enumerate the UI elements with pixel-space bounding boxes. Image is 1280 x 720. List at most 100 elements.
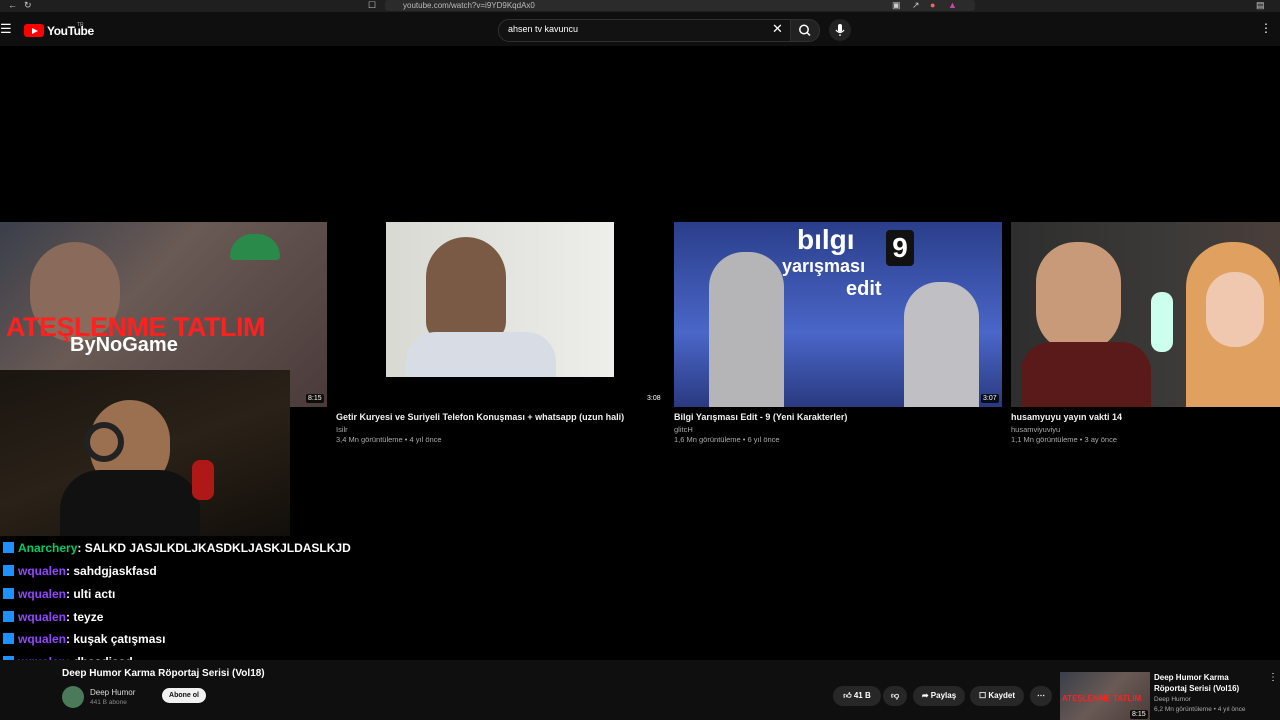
browser-toolbar: ← ↻ ☐ youtube.com/watch?v=i9YD9KqdAx0 ▣ … [0,0,1280,12]
voice-search-button[interactable] [829,19,851,41]
current-video-title: Deep Humor Karma Röportaj Serisi (Vol18) [62,668,265,679]
thumbnail-figure-right [904,282,979,407]
chat-badge-icon [3,542,14,554]
video-meta: 1,1 Mn görüntüleme • 3 ay önce [1011,435,1118,444]
video-title[interactable]: Getir Kuryesi ve Suriyeli Telefon Konuşm… [336,412,624,422]
related-channel[interactable]: Deep Humor [1154,696,1191,703]
thumbnail-person-left [1036,242,1121,352]
headset-icon [84,422,124,462]
search-query[interactable]: ahsen tv kavuncu [508,21,578,38]
video-thumbnail-4[interactable] [1011,222,1280,407]
more-actions-button[interactable]: ⋯ [1030,686,1052,706]
extension-icon-2[interactable]: ▲ [948,0,957,11]
thumbnail-number: 9 [886,230,914,266]
share-label: Paylaş [930,691,957,700]
chat-message: wqualen: kuşak çatışması [3,632,165,648]
thumbnail-hat [230,234,280,260]
share-icon: ➦ [921,691,929,700]
youtube-masthead: ☰ YouTube TR ahsen tv kavuncu ✕ ⋮ [0,12,1280,46]
window-menu-icon[interactable]: ▤ [1256,0,1265,11]
streamer-webcam [0,370,290,536]
clear-search-icon[interactable]: ✕ [772,21,783,37]
video-title[interactable]: Bilgi Yarışması Edit - 9 (Yeni Karakterl… [674,412,847,422]
more-horizontal-icon: ⋯ [1037,691,1045,700]
url-text: youtube.com/watch?v=i9YD9KqdAx0 [403,1,535,10]
share-button[interactable]: ➦ Paylaş [913,686,965,706]
thumbnail-text-yarismasi: yarışması [782,256,866,276]
chat-text: : sahdgjaskfasd [66,564,157,578]
chat-badge-icon [3,588,14,600]
region-label: TR [77,22,84,28]
related-more-icon[interactable]: ⋮ [1268,672,1278,683]
channel-avatar[interactable] [62,686,84,708]
extension-icon[interactable]: ● [930,0,935,11]
chat-username: wqualen [18,587,67,601]
youtube-logo-icon[interactable] [24,24,44,37]
save-button[interactable]: ☐ Kaydet [970,686,1024,706]
thumbnail-mic [1151,292,1173,352]
chat-username: wqualen [18,632,67,646]
webcam-shirt [60,470,200,536]
subscribe-button[interactable]: Abone ol [162,688,206,703]
dislike-button[interactable]: 👎︎ [883,686,907,706]
video-channel[interactable]: glitcH [674,425,693,434]
more-options-icon[interactable]: ⋮ [1260,21,1272,35]
microphone-icon [192,460,214,500]
thumbnail-overlay-sub: ByNoGame [70,334,178,356]
dislike-icon: 👎︎ [890,691,900,700]
chat-badge-icon [3,611,14,623]
thumbnail-figure-left [709,252,784,407]
chat-username: wqualen [18,564,67,578]
subscriber-count: 441 B abone [90,699,127,706]
video-channel[interactable]: husamviyuviyu [1011,425,1060,434]
back-icon[interactable]: ← [8,0,17,11]
like-icon: 👍︎ [843,691,852,700]
thumbnail-text-bilgi: bılgı [797,224,855,255]
thumbnail-subtitle-area [386,377,614,407]
search-icon [799,24,811,37]
chat-badge-icon [3,565,14,577]
like-button[interactable]: 👍︎ 41 B [833,686,881,706]
channel-name[interactable]: Deep Humor [90,688,135,697]
bookmark-icon[interactable]: ☐ [368,0,376,11]
cast-icon[interactable]: ▣ [892,0,901,11]
thumbnail-shirt [1021,342,1151,407]
video-thumbnail-2[interactable] [386,222,614,377]
video-meta: 3,4 Mn görüntüleme • 4 yıl önce [336,435,442,444]
like-count: 41 B [853,691,871,700]
chat-text: : SALKD JASJLKDLJKASDKLJASKJLDASLKJD [77,541,351,555]
chat-message: wqualen: ulti actı [3,587,115,603]
related-meta: 6,2 Mn görüntüleme • 4 yıl önce [1154,706,1246,713]
video-duration: 8:15 [306,394,324,403]
youtube-logo-text[interactable]: YouTube [47,24,94,38]
chat-message: wqualen: sahdgjaskfasd [3,564,157,580]
save-label: Kaydet [988,691,1016,700]
hamburger-menu-icon[interactable]: ☰ [0,21,12,37]
thumbnail-figure [426,237,506,342]
related-video-thumbnail[interactable]: ATEŞLENME TATLIM 8:15 [1060,672,1150,720]
chat-text: : ulti actı [66,587,116,601]
address-bar[interactable]: youtube.com/watch?v=i9YD9KqdAx0 [385,0,975,11]
thumbnail-face-right [1206,272,1264,347]
related-duration: 8:15 [1130,710,1148,719]
video-meta: 1,6 Mn görüntüleme • 6 yıl önce [674,435,780,444]
share-page-icon[interactable]: ↗ [912,0,920,11]
video-channel[interactable]: Isilr [336,425,348,434]
video-duration: 3:08 [647,395,661,402]
thumbnail-shirt [406,332,556,377]
chat-message: Anarchery: SALKD JASJLKDLJKASDKLJASKJLDA… [3,541,351,557]
video-title[interactable]: husamyuyu yayın vakti 14 [1011,412,1122,422]
video-thumbnail-3[interactable]: bılgı 9 yarışması edit 3:07 [674,222,1002,407]
related-thumbnail-text: ATEŞLENME TATLIM [1062,694,1142,703]
related-video-title[interactable]: Deep Humor Karma Röportaj Serisi (Vol16) [1154,672,1260,694]
chat-message: wqualen: teyze [3,610,103,626]
save-icon: ☐ [978,691,987,700]
chat-text: : teyze [66,610,104,624]
chat-text: : kuşak çatışması [66,632,166,646]
search-button[interactable] [790,19,820,42]
video-duration: 3:07 [981,394,999,403]
chat-badge-icon [3,633,14,645]
chat-username: wqualen [18,610,67,624]
mic-icon [835,24,845,36]
reload-icon[interactable]: ↻ [24,0,32,11]
